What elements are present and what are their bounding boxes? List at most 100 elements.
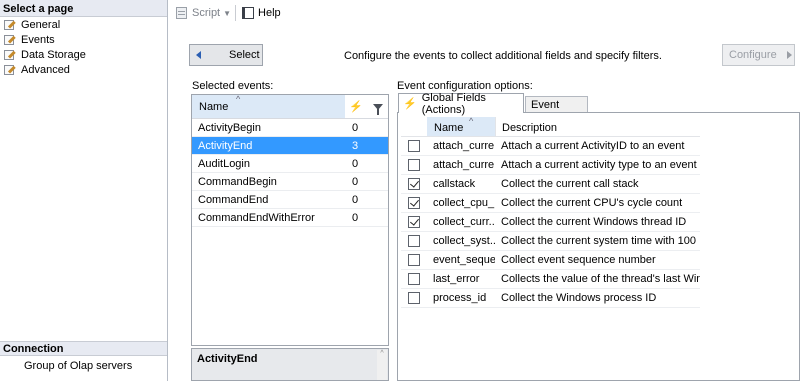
field-name: collect_curr... xyxy=(433,216,495,228)
event-row[interactable]: AuditLogin 0 xyxy=(192,155,388,173)
field-row: attach_curre... Attach a current activit… xyxy=(401,156,700,175)
field-name: attach_curre... xyxy=(433,140,495,152)
event-row[interactable]: CommandEnd 0 xyxy=(192,191,388,209)
event-name: ActivityBegin xyxy=(198,122,261,134)
field-row: collect_cpu_... Collect the current CPU'… xyxy=(401,194,700,213)
field-description: Attach a current activity type to an eve… xyxy=(501,159,697,171)
field-description: Collect the current call stack xyxy=(501,178,639,190)
event-name: CommandEnd xyxy=(198,194,269,206)
page-item-events[interactable]: Events xyxy=(0,32,167,47)
tab-global-fields[interactable]: ⚡ Global Fields (Actions) xyxy=(398,92,524,116)
field-name: attach_curre... xyxy=(433,159,495,171)
connection-value: Group of Olap servers xyxy=(24,360,133,372)
field-row: event_seque... Collect event sequence nu… xyxy=(401,251,700,270)
tab-event-fields[interactable]: Event Fields xyxy=(525,96,588,123)
instruction-text: Configure the events to collect addition… xyxy=(344,50,662,62)
page-item-label: Events xyxy=(21,33,55,46)
event-description-panel: ActivityEnd ^ xyxy=(191,348,389,381)
field-name: callstack xyxy=(433,178,476,190)
triangle-right-icon xyxy=(786,51,792,59)
field-description: Collect the current CPU's cycle count xyxy=(501,197,683,209)
page-settings-icon xyxy=(4,64,18,76)
event-row[interactable]: CommandBegin 0 xyxy=(192,173,388,191)
event-field-count: 0 xyxy=(352,158,359,170)
event-field-count: 0 xyxy=(352,176,359,188)
configure-button[interactable]: Configure xyxy=(722,44,795,66)
help-book-icon xyxy=(241,6,255,20)
event-description-title: ActivityEnd xyxy=(197,353,258,365)
connection-header: Connection xyxy=(0,341,167,356)
field-checkbox[interactable] xyxy=(408,235,420,247)
page-item-advanced[interactable]: Advanced xyxy=(0,62,167,77)
event-row-selected[interactable]: ActivityEnd 3 xyxy=(192,137,388,155)
toolbar-separator xyxy=(235,5,237,21)
field-description: Collect event sequence number xyxy=(501,254,656,266)
triangle-left-icon xyxy=(196,51,201,59)
event-row[interactable]: ActivityBegin 0 xyxy=(192,119,388,137)
events-name-column-header[interactable]: ^ Name xyxy=(192,94,345,118)
configure-button-label: Configure xyxy=(729,49,777,61)
event-name: CommandBegin xyxy=(198,176,277,188)
field-checkbox[interactable] xyxy=(408,292,420,304)
page-item-label: Advanced xyxy=(21,63,70,76)
field-description: Collect the Windows process ID xyxy=(501,292,657,304)
fields-name-column-header[interactable]: ^ Name xyxy=(427,116,495,136)
page-settings-icon xyxy=(4,34,18,46)
event-row[interactable]: CommandEndWithError 0 xyxy=(192,209,388,227)
script-dropdown-icon[interactable]: ▼ xyxy=(223,9,231,18)
field-name: collect_syst... xyxy=(433,235,495,247)
field-name: last_error xyxy=(433,273,480,285)
help-button[interactable]: Help xyxy=(239,3,283,23)
field-row: collect_curr... Collect the current Wind… xyxy=(401,213,700,232)
fields-name-header-label: Name xyxy=(434,122,464,134)
page-item-label: Data Storage xyxy=(21,48,86,61)
lightning-bolt-icon: ⚡ xyxy=(403,98,417,110)
page-selector-pane: Select a page General Events Data Storag… xyxy=(0,0,168,381)
field-checkbox-checked[interactable] xyxy=(408,216,420,228)
description-scrollbar[interactable]: ^ xyxy=(377,350,387,380)
page-item-label: General xyxy=(21,18,61,31)
field-name: event_seque... xyxy=(433,254,495,266)
help-label: Help xyxy=(258,7,281,19)
field-checkbox-checked[interactable] xyxy=(408,178,420,190)
field-description: Collect the current system time with 100… xyxy=(501,235,700,247)
field-row: callstack Collect the current call stack xyxy=(401,175,700,194)
field-description: Attach a current ActivityID to an event xyxy=(501,140,685,152)
field-row: collect_syst... Collect the current syst… xyxy=(401,232,700,251)
events-name-header-label: Name xyxy=(199,101,229,113)
field-checkbox[interactable] xyxy=(408,140,420,152)
selected-events-label: Selected events: xyxy=(192,80,274,92)
page-settings-icon xyxy=(4,49,18,61)
page-item-general[interactable]: General xyxy=(0,17,167,32)
global-fields-panel: ^ Name Description attach_curre... Attac… xyxy=(397,112,800,381)
field-row: last_error Collects the value of the thr… xyxy=(401,270,700,289)
select-page-header: Select a page xyxy=(0,0,167,17)
field-checkbox[interactable] xyxy=(408,159,420,171)
filter-funnel-icon[interactable] xyxy=(367,95,388,118)
event-field-count: 3 xyxy=(352,140,359,152)
select-button[interactable]: Select xyxy=(189,44,263,66)
global-fields-table: ^ Name Description attach_curre... Attac… xyxy=(401,116,700,308)
lightning-bolt-icon[interactable]: ⚡ xyxy=(345,95,367,118)
event-field-count: 0 xyxy=(352,194,359,206)
toolbar: Script ▼ Help xyxy=(169,0,800,26)
event-field-count: 0 xyxy=(352,122,359,134)
checkbox-column-header xyxy=(401,117,427,136)
page-item-data-storage[interactable]: Data Storage xyxy=(0,47,167,62)
script-button[interactable]: Script xyxy=(173,3,222,23)
event-name: ActivityEnd xyxy=(198,140,253,152)
event-name: CommandEndWithError xyxy=(198,212,315,224)
event-field-count: 0 xyxy=(352,212,359,224)
field-name: collect_cpu_... xyxy=(433,197,495,209)
field-description: Collect the current Windows thread ID xyxy=(501,216,687,228)
sort-ascending-icon: ^ xyxy=(469,116,474,126)
fields-description-column-header[interactable]: Description xyxy=(495,117,700,136)
field-name: process_id xyxy=(433,292,487,304)
field-checkbox-checked[interactable] xyxy=(408,197,420,209)
field-description: Collects the value of the thread's last … xyxy=(501,273,700,285)
field-checkbox[interactable] xyxy=(408,254,420,266)
script-label: Script xyxy=(192,7,221,19)
event-config-label: Event configuration options: xyxy=(397,80,533,92)
field-checkbox[interactable] xyxy=(408,273,420,285)
field-row: attach_curre... Attach a current Activit… xyxy=(401,137,700,156)
